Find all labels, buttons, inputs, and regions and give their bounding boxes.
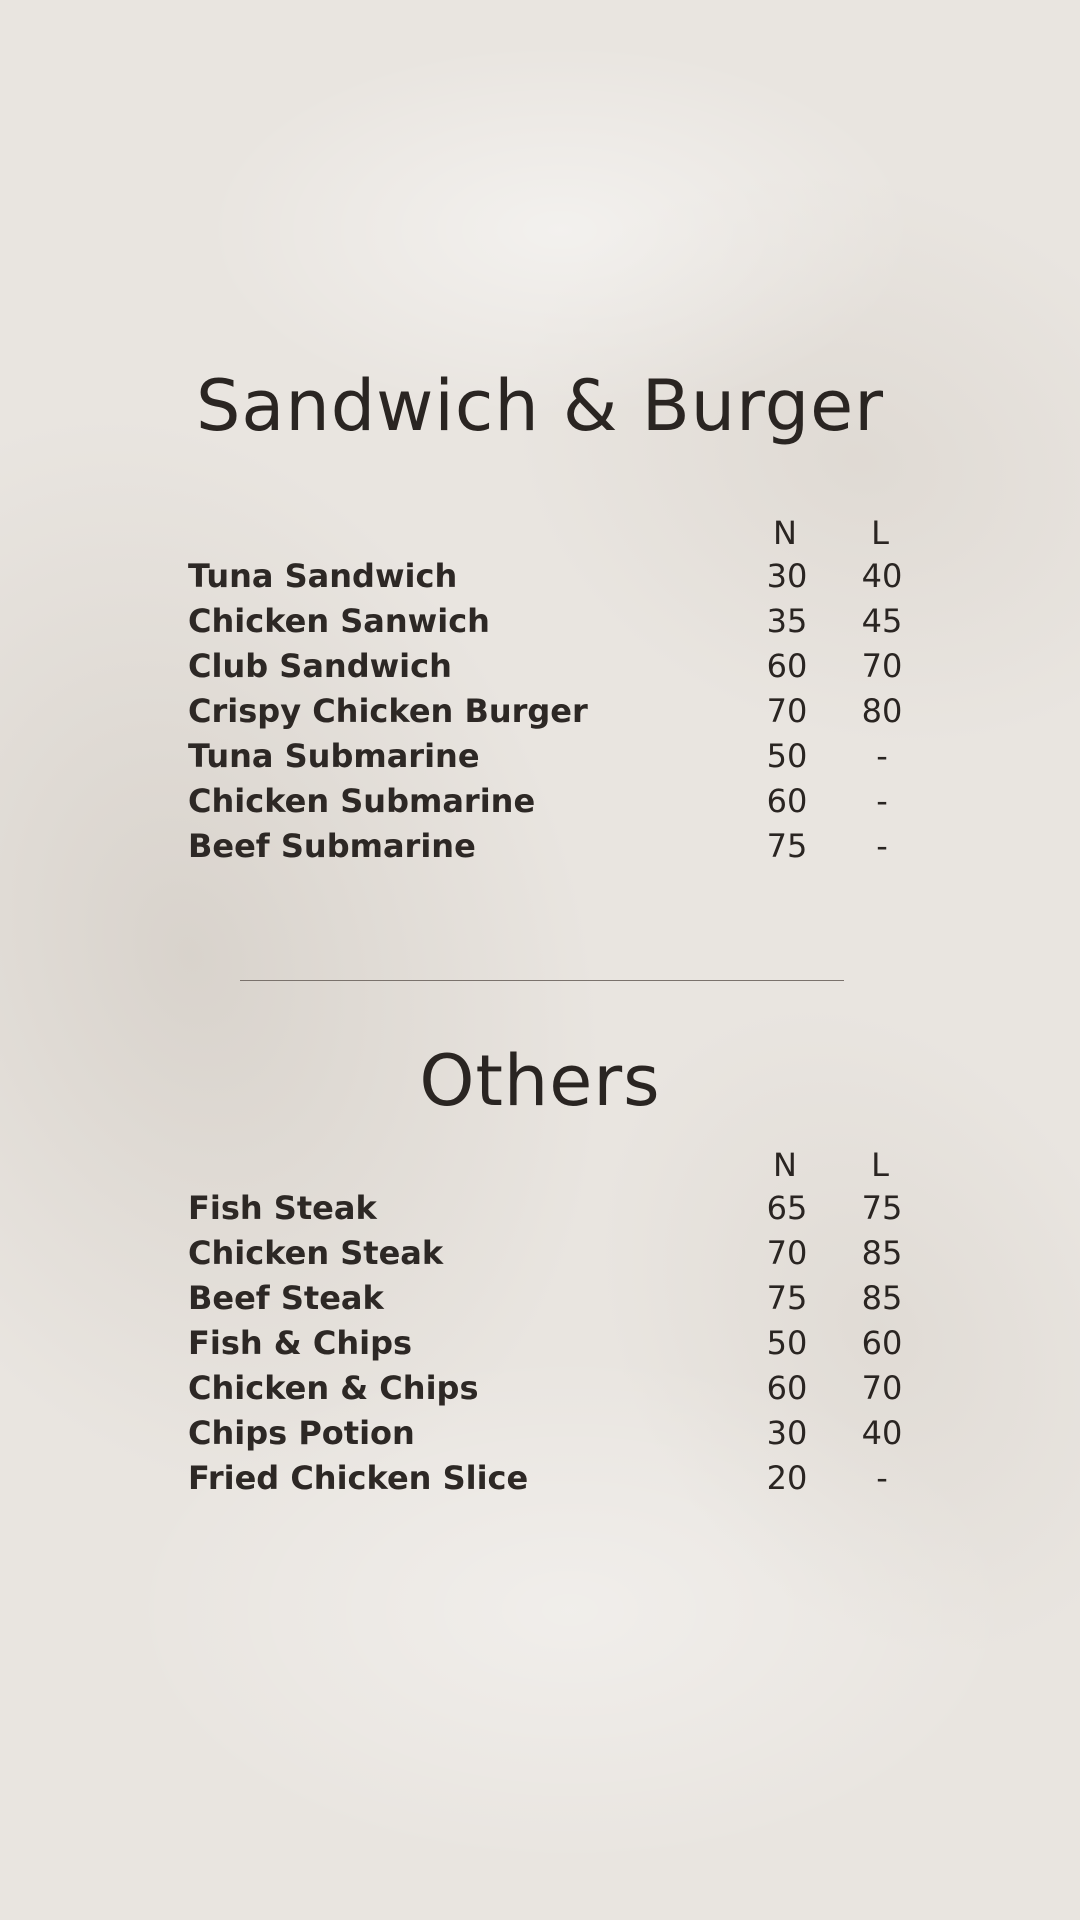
item-name: Chicken Sanwich bbox=[188, 602, 490, 640]
menu-row-chips-potion: Chips Potion 30 40 bbox=[188, 1411, 908, 1456]
menu-row-fish-chips: Fish & Chips 50 60 bbox=[188, 1321, 908, 1366]
item-name: Chicken Steak bbox=[188, 1234, 444, 1272]
menu-row-crispy-chicken-burger: Crispy Chicken Burger 70 80 bbox=[188, 689, 908, 734]
item-name: Chicken & Chips bbox=[188, 1369, 479, 1407]
price-normal: 30 bbox=[766, 557, 808, 595]
column-header-l: L bbox=[871, 1146, 889, 1184]
price-large: - bbox=[876, 737, 888, 775]
item-name: Tuna Submarine bbox=[188, 737, 480, 775]
menu-page: Sandwich & Burger N L Tuna Sandwich 30 4… bbox=[0, 0, 1080, 1920]
price-large: 85 bbox=[861, 1279, 903, 1317]
price-normal: 70 bbox=[766, 692, 808, 730]
price-normal: 50 bbox=[766, 737, 808, 775]
menu-row-chicken-sanwich: Chicken Sanwich 35 45 bbox=[188, 599, 908, 644]
item-name: Fish Steak bbox=[188, 1189, 377, 1227]
menu-list-sandwich-burger: Tuna Sandwich 30 40 Chicken Sanwich 35 4… bbox=[188, 554, 908, 869]
item-name: Beef Steak bbox=[188, 1279, 384, 1317]
item-name: Chicken Submarine bbox=[188, 782, 536, 820]
menu-row-club-sandwich: Club Sandwich 60 70 bbox=[188, 644, 908, 689]
price-large: 85 bbox=[861, 1234, 903, 1272]
price-large: 70 bbox=[861, 647, 903, 685]
menu-row-beef-steak: Beef Steak 75 85 bbox=[188, 1276, 908, 1321]
item-name: Beef Submarine bbox=[188, 827, 476, 865]
price-large: 80 bbox=[861, 692, 903, 730]
price-normal: 75 bbox=[766, 827, 808, 865]
price-normal: 20 bbox=[766, 1459, 808, 1497]
price-large: 75 bbox=[861, 1189, 903, 1227]
price-large: - bbox=[876, 827, 888, 865]
price-large: 40 bbox=[861, 557, 903, 595]
section-title-others: Others bbox=[419, 1040, 661, 1122]
price-large: 40 bbox=[861, 1414, 903, 1452]
item-name: Fried Chicken Slice bbox=[188, 1459, 529, 1497]
section-divider bbox=[240, 980, 844, 981]
column-header-l: L bbox=[871, 514, 889, 552]
column-header-n: N bbox=[773, 1146, 797, 1184]
price-normal: 30 bbox=[766, 1414, 808, 1452]
price-large: - bbox=[876, 1459, 888, 1497]
price-normal: 60 bbox=[766, 782, 808, 820]
menu-row-beef-submarine: Beef Submarine 75 - bbox=[188, 824, 908, 869]
column-header-n: N bbox=[773, 514, 797, 552]
price-normal: 50 bbox=[766, 1324, 808, 1362]
menu-row-fish-steak: Fish Steak 65 75 bbox=[188, 1186, 908, 1231]
item-name: Crispy Chicken Burger bbox=[188, 692, 588, 730]
price-normal: 65 bbox=[766, 1189, 808, 1227]
menu-row-tuna-sandwich: Tuna Sandwich 30 40 bbox=[188, 554, 908, 599]
price-large: - bbox=[876, 782, 888, 820]
price-normal: 35 bbox=[766, 602, 808, 640]
price-normal: 70 bbox=[766, 1234, 808, 1272]
menu-row-chicken-steak: Chicken Steak 70 85 bbox=[188, 1231, 908, 1276]
price-normal: 60 bbox=[766, 647, 808, 685]
menu-row-fried-chicken-slice: Fried Chicken Slice 20 - bbox=[188, 1456, 908, 1501]
price-normal: 60 bbox=[766, 1369, 808, 1407]
item-name: Fish & Chips bbox=[188, 1324, 413, 1362]
price-large: 45 bbox=[861, 602, 903, 640]
section-title-sandwich-burger: Sandwich & Burger bbox=[196, 365, 884, 447]
price-normal: 75 bbox=[766, 1279, 808, 1317]
menu-row-chicken-submarine: Chicken Submarine 60 - bbox=[188, 779, 908, 824]
menu-row-tuna-submarine: Tuna Submarine 50 - bbox=[188, 734, 908, 779]
item-name: Club Sandwich bbox=[188, 647, 452, 685]
price-large: 70 bbox=[861, 1369, 903, 1407]
item-name: Chips Potion bbox=[188, 1414, 415, 1452]
item-name: Tuna Sandwich bbox=[188, 557, 458, 595]
paper-highlight-top bbox=[200, 40, 920, 420]
price-large: 60 bbox=[861, 1324, 903, 1362]
menu-list-others: Fish Steak 65 75 Chicken Steak 70 85 Bee… bbox=[188, 1186, 908, 1501]
menu-row-chicken-chips: Chicken & Chips 60 70 bbox=[188, 1366, 908, 1411]
